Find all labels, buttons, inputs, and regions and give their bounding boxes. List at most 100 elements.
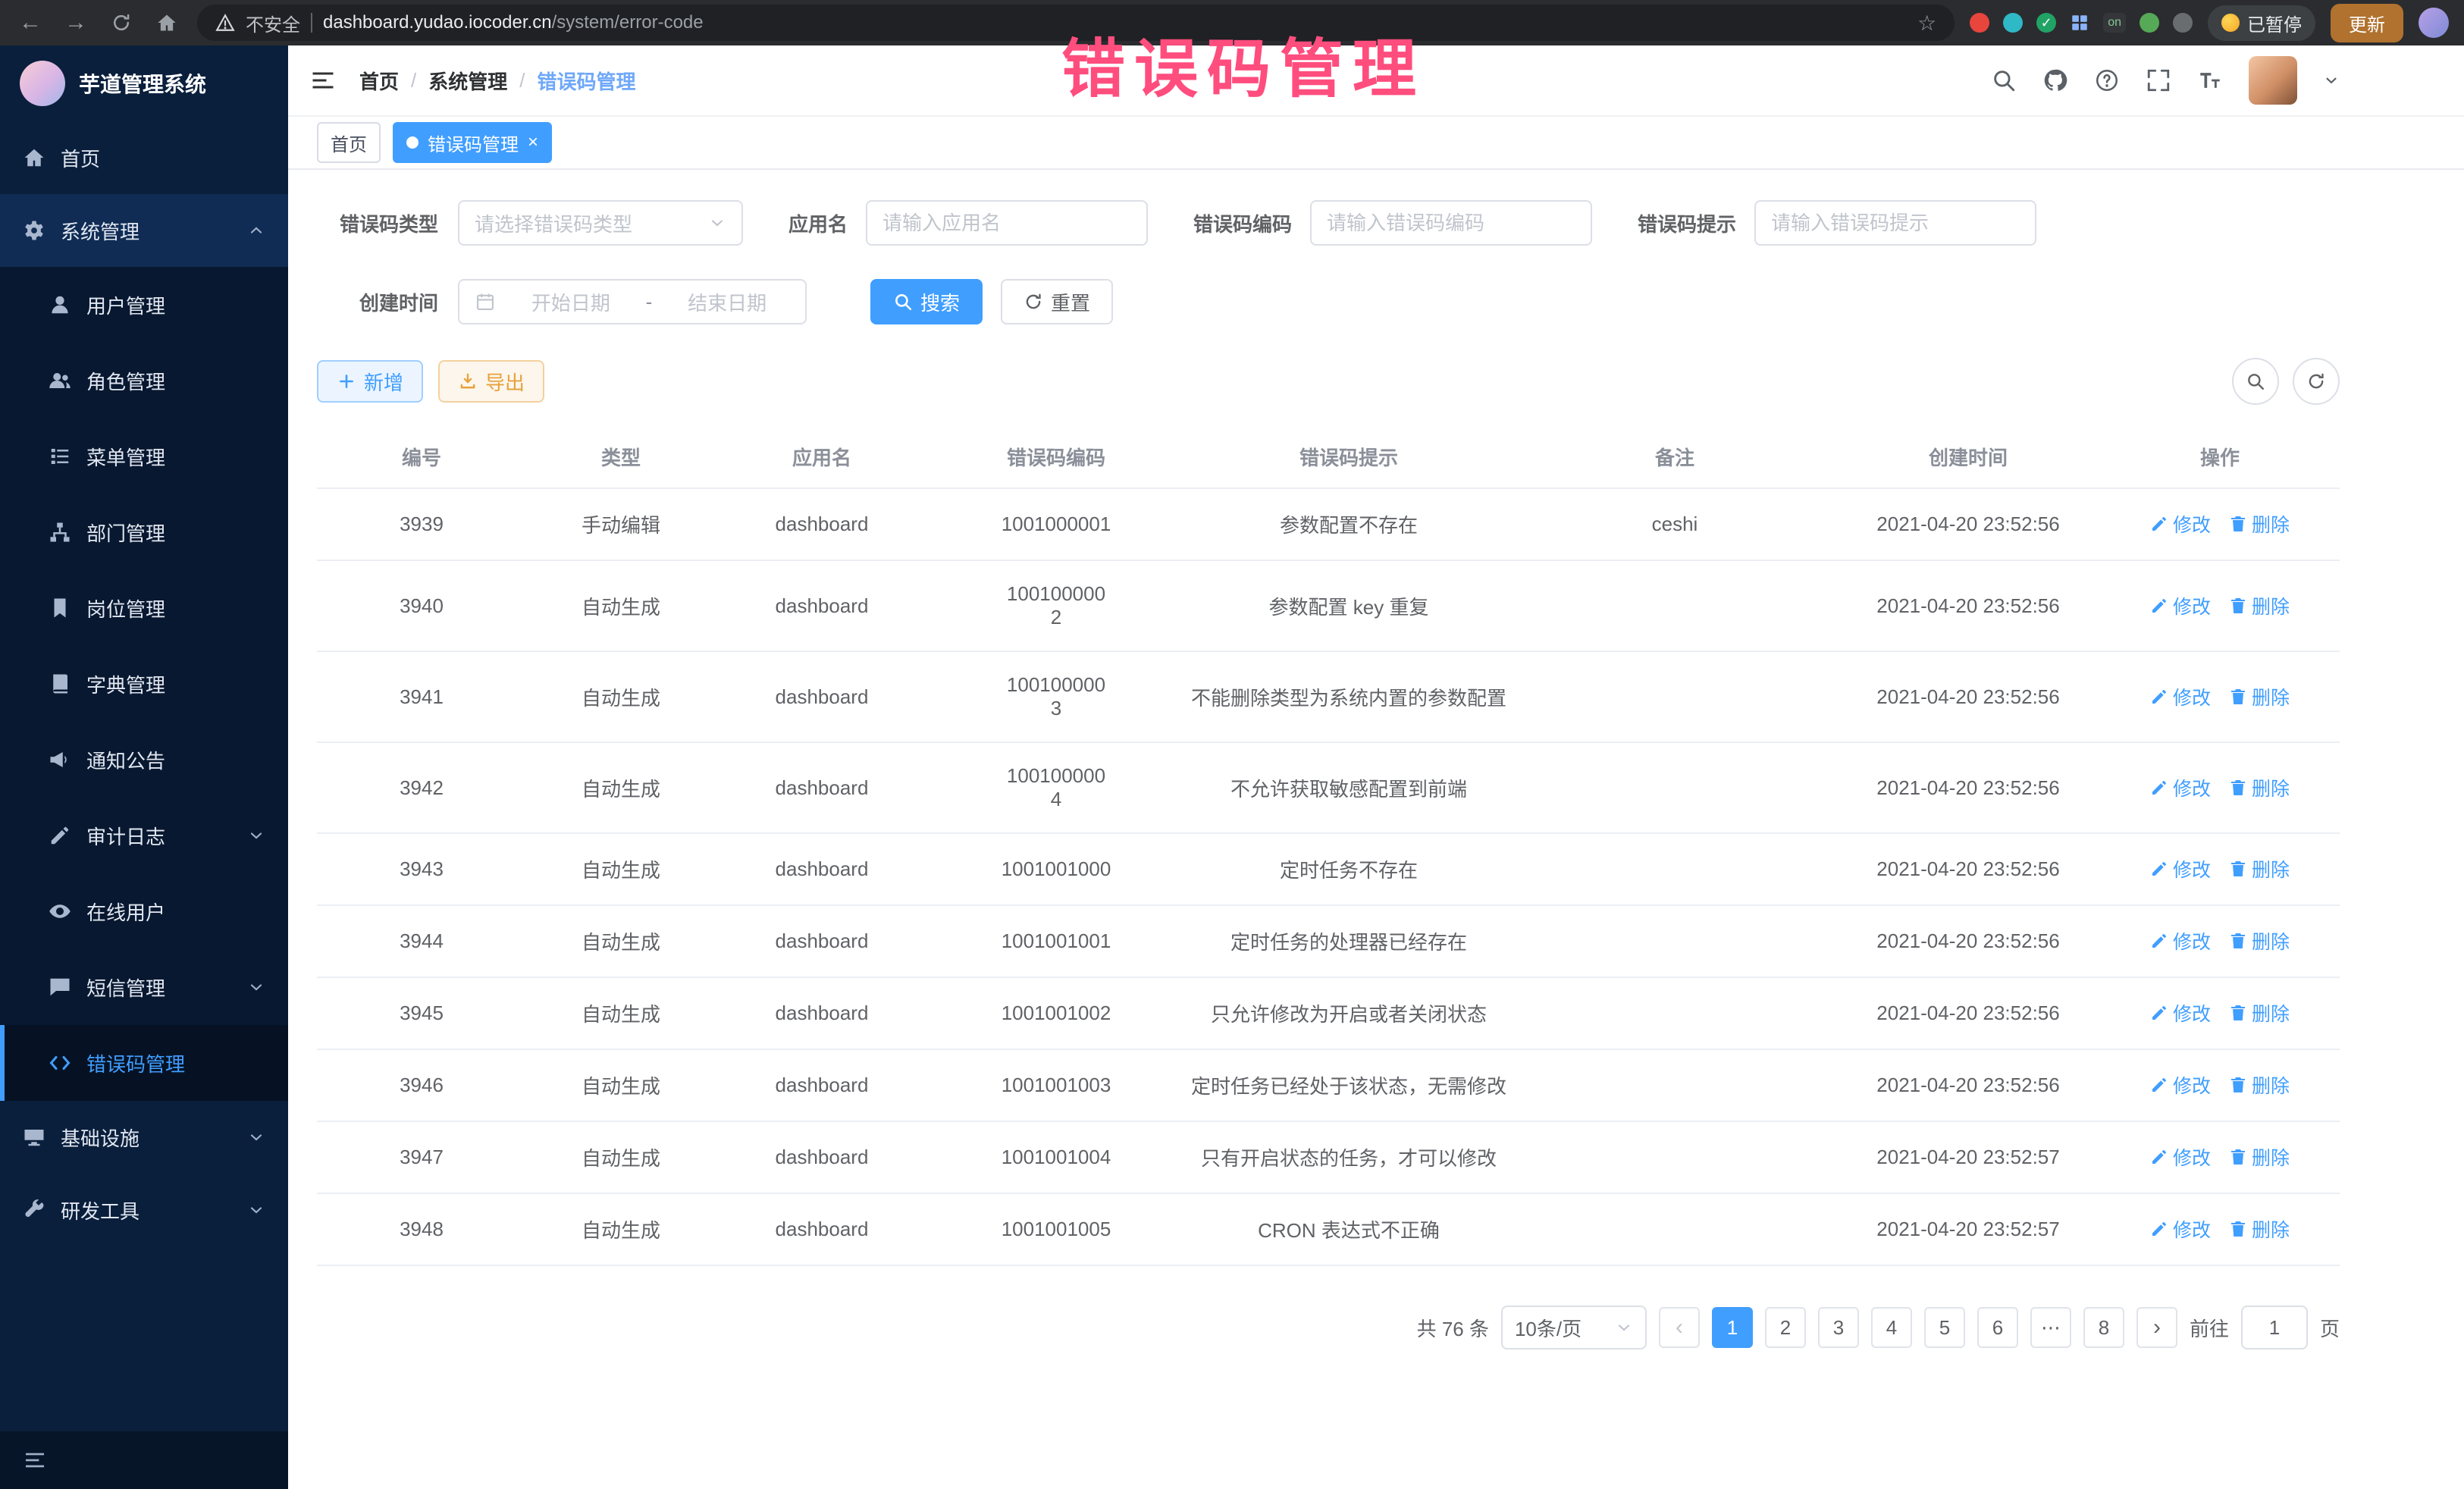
cell-time: 2021-04-20 23:52:57 (1836, 1193, 2100, 1265)
page-size-select[interactable]: 10条/页 (1501, 1306, 1647, 1350)
forward-icon[interactable]: → (61, 8, 91, 38)
sidebar-item-system[interactable]: 系统管理 (0, 194, 288, 267)
sidebar-item-roles[interactable]: 角色管理 (0, 343, 288, 418)
reset-button[interactable]: 重置 (1001, 279, 1113, 324)
update-button[interactable]: 更新 (2331, 4, 2403, 42)
delete-link[interactable]: 删除 (2229, 774, 2290, 801)
sidebar-item-menus[interactable]: 菜单管理 (0, 418, 288, 494)
sidebar-item-devtools[interactable]: 研发工具 (0, 1174, 288, 1246)
sidebar-item-error-code[interactable]: 错误码管理 (0, 1025, 288, 1101)
pager-page-1[interactable]: 1 (1712, 1307, 1753, 1348)
sidebar-item-infra[interactable]: 基础设施 (0, 1101, 288, 1174)
cell-code: 100100000 3 (928, 651, 1184, 742)
sidebar-item-notices[interactable]: 通知公告 (0, 722, 288, 798)
fullscreen-icon[interactable] (2146, 67, 2171, 93)
sidebar-item-users[interactable]: 用户管理 (0, 267, 288, 343)
edit-link[interactable]: 修改 (2150, 683, 2211, 710)
tab-error-code[interactable]: 错误码管理 × (393, 122, 552, 163)
close-icon[interactable]: × (528, 133, 538, 152)
date-range-picker[interactable]: 开始日期 - 结束日期 (458, 279, 807, 324)
error-code-input[interactable] (1310, 200, 1592, 246)
filter-hint: 错误码提示 (1638, 200, 2036, 246)
breadcrumb-home[interactable]: 首页 (359, 67, 399, 95)
extension-red-icon[interactable] (1970, 13, 1989, 33)
cell-hint: 定时任务不存在 (1184, 833, 1513, 905)
edit-link[interactable]: 修改 (2150, 1143, 2211, 1171)
cell-remark (1513, 977, 1836, 1049)
github-icon[interactable] (2042, 67, 2068, 93)
error-hint-input[interactable] (1754, 200, 2036, 246)
cell-type: 自动生成 (526, 560, 716, 651)
sidebar-item-depts[interactable]: 部门管理 (0, 494, 288, 570)
edit-link[interactable]: 修改 (2150, 592, 2211, 619)
delete-link[interactable]: 删除 (2229, 683, 2290, 710)
sidebar-item-online-users[interactable]: 在线用户 (0, 873, 288, 949)
delete-link[interactable]: 删除 (2229, 1143, 2290, 1171)
url-text: dashboard.yudao.iocoder.cn/system/error-… (323, 12, 704, 33)
user-avatar[interactable] (2249, 56, 2297, 105)
edit-link[interactable]: 修改 (2150, 1071, 2211, 1099)
table-header-row: 编号类型应用名错误码编码错误码提示备注创建时间操作 (317, 426, 2340, 488)
edit-link[interactable]: 修改 (2150, 999, 2211, 1027)
pager-page-6[interactable]: 6 (1977, 1307, 2018, 1348)
extension-leaf-icon[interactable] (2140, 13, 2159, 33)
search-icon[interactable] (1991, 67, 2017, 93)
pager-prev[interactable]: ‹ (1659, 1307, 1700, 1348)
error-type-select[interactable]: 请选择错误码类型 (458, 200, 743, 246)
app-name-input[interactable] (866, 200, 1148, 246)
pager-page-4[interactable]: 4 (1871, 1307, 1912, 1348)
delete-link[interactable]: 删除 (2229, 927, 2290, 955)
search-button[interactable]: 搜索 (870, 279, 983, 324)
pager-page-5[interactable]: 5 (1924, 1307, 1965, 1348)
pager-page-2[interactable]: 2 (1765, 1307, 1806, 1348)
add-button[interactable]: 新增 (317, 360, 423, 403)
export-button[interactable]: 导出 (438, 360, 544, 403)
sidebar-collapse-button[interactable] (0, 1431, 288, 1489)
delete-link[interactable]: 删除 (2229, 1071, 2290, 1099)
sidebar-item-sms[interactable]: 短信管理 (0, 949, 288, 1025)
chevron-down-icon[interactable] (2323, 72, 2340, 89)
sidebar-item-home[interactable]: 首页 (0, 121, 288, 194)
bookmark-star-icon[interactable]: ☆ (1917, 11, 1936, 36)
reload-icon[interactable] (106, 8, 136, 38)
pager-next[interactable]: › (2136, 1307, 2177, 1348)
help-icon[interactable] (2094, 67, 2120, 93)
edit-link[interactable]: 修改 (2150, 927, 2211, 955)
breadcrumb-system[interactable]: 系统管理 (428, 67, 507, 95)
cell-type: 自动生成 (526, 1049, 716, 1121)
edit-link[interactable]: 修改 (2150, 774, 2211, 801)
refresh-table-button[interactable] (2293, 358, 2340, 405)
font-size-icon[interactable] (2197, 67, 2223, 93)
cell-time: 2021-04-20 23:52:57 (1836, 1121, 2100, 1193)
address-bar[interactable]: 不安全 dashboard.yudao.iocoder.cn/system/er… (197, 5, 1955, 41)
edit-link[interactable]: 修改 (2150, 510, 2211, 538)
browser-profile-avatar[interactable] (2419, 8, 2449, 38)
hamburger-icon[interactable] (309, 67, 337, 94)
extension-on-badge[interactable]: on (2103, 13, 2126, 33)
goto-page-input[interactable] (2241, 1306, 2308, 1350)
paused-badge[interactable]: 已暂停 (2208, 5, 2315, 41)
edit-link[interactable]: 修改 (2150, 1215, 2211, 1243)
tab-home[interactable]: 首页 (317, 122, 381, 163)
extension-puzzle-icon[interactable] (2173, 13, 2193, 33)
sidebar-item-posts[interactable]: 岗位管理 (0, 570, 288, 646)
delete-link[interactable]: 删除 (2229, 510, 2290, 538)
pager-more[interactable]: ⋯ (2030, 1307, 2071, 1348)
extension-grid-icon[interactable] (2070, 13, 2089, 33)
extension-teal-icon[interactable] (2003, 13, 2023, 33)
sidebar-item-dicts[interactable]: 字典管理 (0, 646, 288, 722)
back-icon[interactable]: ← (15, 8, 45, 38)
emoji-icon (2221, 14, 2240, 32)
pager-page-8[interactable]: 8 (2083, 1307, 2124, 1348)
toggle-search-button[interactable] (2232, 358, 2279, 405)
sidebar-item-audit-log[interactable]: 审计日志 (0, 798, 288, 873)
delete-link[interactable]: 删除 (2229, 999, 2290, 1027)
sidebar-logo[interactable]: 芋道管理系统 (0, 45, 288, 121)
delete-link[interactable]: 删除 (2229, 855, 2290, 882)
delete-link[interactable]: 删除 (2229, 1215, 2290, 1243)
browser-home-icon[interactable] (152, 8, 182, 38)
extension-green-check-icon[interactable]: ✓ (2036, 13, 2056, 33)
delete-link[interactable]: 删除 (2229, 592, 2290, 619)
edit-link[interactable]: 修改 (2150, 855, 2211, 882)
pager-page-3[interactable]: 3 (1818, 1307, 1859, 1348)
